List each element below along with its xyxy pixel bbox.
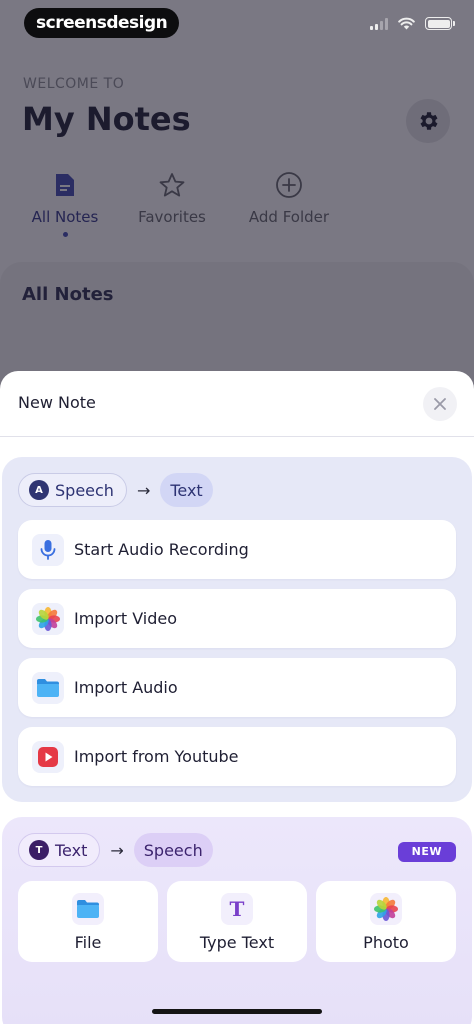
page-title: My Notes [22,100,191,138]
tab-label: Add Folder [248,208,330,226]
status-bar: screensdesign [0,0,474,48]
text-to-speech-chips: T Text → Speech [18,833,213,867]
text-speech-icon: T [29,840,49,860]
text-chip-label: Text [55,840,88,860]
tile-label: Photo [363,933,409,952]
text-chip-label: Text [170,480,203,500]
sheet-header: New Note [0,371,474,437]
row-label: Import from Youtube [74,747,239,766]
start-audio-recording-button[interactable]: Start Audio Recording [18,520,456,579]
text-to-speech-group: T Text → Speech NEW File T Type Text Pho… [2,817,472,1024]
text-chip: Text [160,473,213,507]
plus-circle-icon [274,170,304,200]
folder-icon [72,893,104,925]
import-video-button[interactable]: Import Video [18,589,456,648]
tile-label: File [74,933,102,952]
speech-chip-label: Speech [143,840,203,860]
speech-to-text-chips: A Speech → Text [18,473,213,507]
file-tile-button[interactable]: File [18,881,158,962]
row-label: Start Audio Recording [74,540,249,559]
text-chip: T Text [18,833,101,867]
sheet-title: New Note [18,393,96,412]
microphone-icon [32,533,64,566]
arrow-right-icon: → [136,480,151,500]
photos-icon [370,893,402,925]
type-text-tile-button[interactable]: T Type Text [167,881,307,962]
photo-tile-button[interactable]: Photo [316,881,456,962]
note-icon [50,170,80,200]
new-note-sheet: New Note A Speech → Text Start Audio Rec… [0,371,474,1024]
youtube-icon [32,740,64,773]
text-t-icon: T [221,893,253,925]
star-icon [157,170,187,200]
wifi-icon [398,17,415,30]
tab-all-notes[interactable]: All Notes [28,170,102,237]
tab-favorites[interactable]: Favorites [136,170,208,226]
speech-chip: Speech [133,833,213,867]
battery-icon [425,17,455,30]
folder-icon [32,671,64,704]
status-icons [370,17,455,30]
text-t-glyph: T [229,897,245,921]
home-indicator[interactable] [152,1009,322,1014]
arrow-right-icon: → [110,840,124,860]
gear-icon [420,112,438,130]
tab-label: Favorites [138,208,206,226]
speech-to-text-group: A Speech → Text Start Audio Recording Im… [2,457,472,802]
tab-add-folder[interactable]: Add Folder [246,170,332,226]
tile-label: Type Text [199,933,275,952]
cellular-signal-icon [370,17,388,30]
close-button[interactable] [423,387,457,421]
notes-tabs: All Notes Favorites Add Folder [0,170,474,245]
active-tab-indicator [62,232,68,237]
speech-translate-icon: A [29,480,49,500]
import-audio-button[interactable]: Import Audio [18,658,456,717]
photos-icon [32,602,64,635]
import-from-youtube-button[interactable]: Import from Youtube [18,727,456,786]
list-title: All Notes [22,284,114,305]
speech-chip-label: Speech [55,480,114,500]
row-label: Import Video [74,609,178,628]
welcome-label: WELCOME TO [23,76,125,92]
new-badge: NEW [397,842,456,862]
speech-chip: A Speech [18,473,127,507]
brand-logo: screensdesign [24,8,180,38]
close-icon [434,398,446,410]
settings-button[interactable] [406,99,450,143]
tab-label: All Notes [31,208,99,226]
row-label: Import Audio [74,678,178,697]
